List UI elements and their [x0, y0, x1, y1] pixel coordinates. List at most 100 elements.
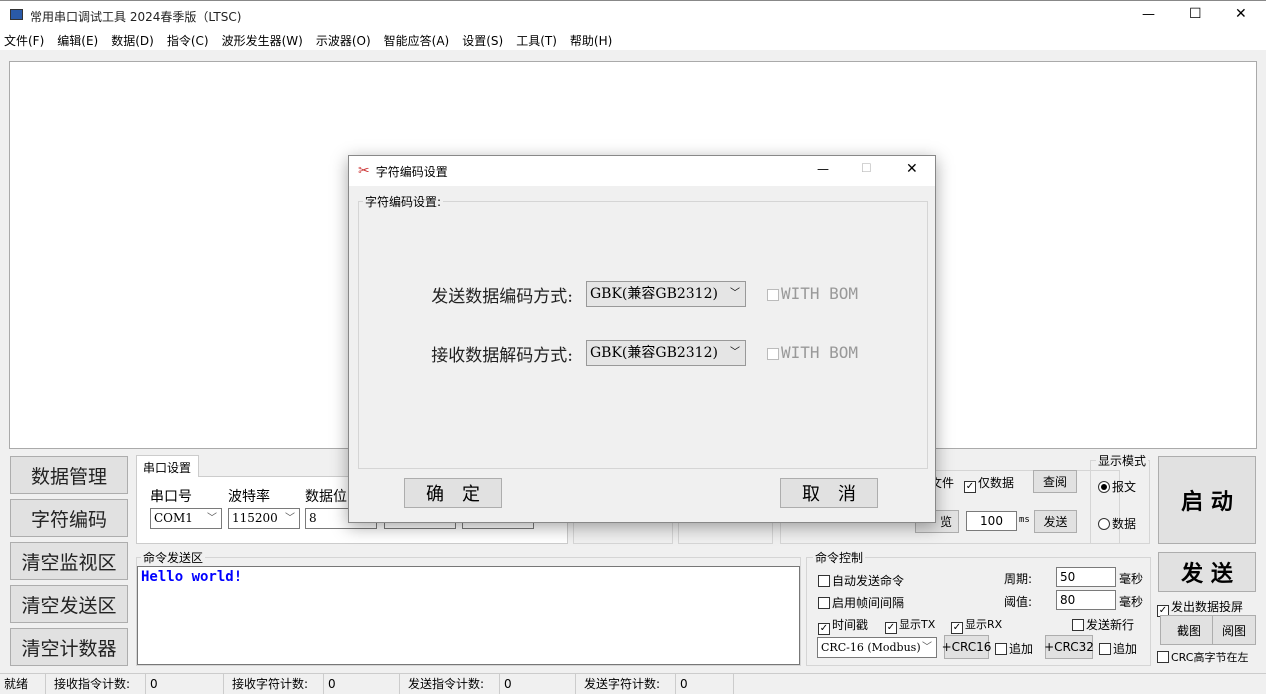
screenshot-button[interactable]: 截图 [1160, 615, 1218, 645]
crc32-append-checkbox[interactable]: 追加 [1099, 640, 1137, 657]
clear-monitor-button[interactable]: 清空监视区 [10, 542, 128, 580]
recv-decoding-select[interactable]: GBK(兼容GB2312) ﹀ [586, 340, 746, 366]
dialog-group [358, 201, 928, 469]
period-unit: 毫秒 [1119, 572, 1144, 586]
chevron-down-icon: ﹀ [730, 288, 740, 299]
mode-data-radio[interactable]: 数据 [1098, 515, 1136, 532]
mode-message-radio[interactable]: 报文 [1098, 478, 1136, 495]
interval-input[interactable]: 100 [966, 511, 1017, 531]
title-bar: 常用串口调试工具 2024春季版（LTSC) — ☐ ✕ [0, 0, 1266, 30]
period-label: 周期: [1004, 572, 1033, 586]
menu-file[interactable]: 文件(F) [4, 32, 44, 49]
period-input[interactable]: 50 [1056, 567, 1116, 587]
frame-gap-checkbox[interactable]: 启用帧间间隔 [818, 594, 904, 611]
recv-bom-label: WITH BOM [781, 343, 859, 362]
show-tx-label: 显示TX [899, 618, 936, 631]
rx-cmd-count-label: 接收指令计数: [46, 673, 146, 694]
start-button[interactable]: 启 动 [1158, 456, 1256, 544]
send-bom-checkbox: WITH BOM [767, 284, 858, 303]
menu-data[interactable]: 数据(D) [111, 32, 154, 49]
checkbox-icon [818, 597, 830, 609]
radio-icon [1098, 518, 1110, 530]
cancel-button[interactable]: 取消 [780, 478, 878, 508]
send-encoding-select[interactable]: GBK(兼容GB2312) ﹀ [586, 281, 746, 307]
file-send-button[interactable]: 发送 [1034, 510, 1077, 533]
crc32-button[interactable]: +CRC32 [1044, 635, 1094, 659]
baud-label: 波特率 [228, 489, 270, 505]
only-data-label: 仅数据 [978, 476, 1015, 490]
char-encoding-button[interactable]: 字符编码 [10, 499, 128, 537]
checkbox-icon [1072, 619, 1084, 631]
checkbox-icon [1099, 643, 1111, 655]
show-rx-label: 显示RX [965, 618, 1003, 631]
clear-send-button[interactable]: 清空发送区 [10, 585, 128, 623]
auto-send-checkbox[interactable]: 自动发送命令 [818, 572, 904, 589]
rx-cmd-count: 0 [146, 673, 224, 694]
maximize-button[interactable]: ☐ [1189, 6, 1202, 22]
port-select[interactable]: COM1 ﹀ [150, 508, 222, 529]
only-data-checkbox[interactable]: ✓ 仅数据 [964, 474, 1014, 493]
rx-char-count-label: 接收字符计数: [224, 673, 324, 694]
menu-auto-reply[interactable]: 智能应答(A) [384, 32, 450, 49]
send-newline-label: 发送新行 [1086, 618, 1135, 632]
dialog-minimize-button[interactable]: — [817, 162, 829, 176]
crc16-append-label: 追加 [1009, 642, 1034, 656]
crc-type-value: CRC-16 (Modbus) [821, 641, 921, 654]
chevron-down-icon: ﹀ [730, 347, 740, 358]
tx-char-count: 0 [676, 673, 734, 694]
menu-command[interactable]: 指令(C) [167, 32, 209, 49]
tx-cmd-count: 0 [500, 673, 576, 694]
show-tx-checkbox[interactable]: ✓ 显示TX [885, 616, 935, 634]
check-icon: ✓ [885, 622, 897, 634]
send-encoding-value: GBK(兼容GB2312) [590, 286, 718, 302]
ok-button[interactable]: 确定 [404, 478, 502, 508]
crc16-append-checkbox[interactable]: 追加 [995, 640, 1033, 657]
dialog-close-button[interactable]: ✕ [906, 161, 918, 177]
view-image-button[interactable]: 阅图 [1212, 615, 1256, 645]
send-button[interactable]: 发 送 [1158, 552, 1256, 592]
char-encoding-dialog: ✂ 字符编码设置 — ☐ ✕ 字符编码设置: 发送数据编码方式: GBK(兼容G… [348, 155, 936, 523]
send-newline-checkbox[interactable]: 发送新行 [1072, 616, 1134, 633]
menu-waveform[interactable]: 波形发生器(W) [222, 32, 303, 49]
menu-oscilloscope[interactable]: 示波器(O) [316, 32, 371, 49]
check-icon: ✓ [951, 622, 963, 634]
checkbox-icon [1157, 651, 1169, 663]
tx-cmd-count-label: 发送指令计数: [400, 673, 500, 694]
threshold-label: 阈值: [1004, 595, 1033, 609]
crc16-button[interactable]: +CRC16 [942, 635, 991, 659]
check-icon: ✓ [964, 481, 976, 493]
auto-send-label: 自动发送命令 [832, 574, 905, 588]
frame-gap-label: 启用帧间间隔 [832, 596, 905, 610]
tab-port-settings[interactable]: 串口设置 [136, 455, 199, 477]
menu-help[interactable]: 帮助(H) [570, 32, 612, 49]
mode-message-label: 报文 [1112, 480, 1137, 494]
status-bar: 就绪 接收指令计数: 0 接收字符计数: 0 发送指令计数: 0 发送字符计数:… [0, 673, 1266, 694]
ms-label: ms [1019, 515, 1030, 525]
radio-icon [1098, 481, 1110, 493]
close-button[interactable]: ✕ [1235, 6, 1247, 22]
crc-type-select[interactable]: CRC-16 (Modbus) ﹀ [817, 637, 937, 658]
menu-bar: 文件(F) 编辑(E) 数据(D) 指令(C) 波形发生器(W) 示波器(O) … [0, 30, 1266, 50]
checkbox-icon [995, 643, 1007, 655]
menu-settings[interactable]: 设置(S) [462, 32, 503, 49]
status-ready: 就绪 [0, 673, 46, 694]
cmd-send-textarea[interactable]: Hello world! [137, 566, 800, 665]
window-title: 常用串口调试工具 2024春季版（LTSC) [30, 10, 242, 24]
send-encoding-label: 发送数据编码方式: [431, 287, 573, 307]
tools-icon: ✂ [358, 163, 370, 179]
crc-high-left-checkbox[interactable]: CRC高字节在左 [1157, 649, 1248, 665]
clear-counter-button[interactable]: 清空计数器 [10, 628, 128, 666]
threshold-input[interactable]: 80 [1056, 590, 1116, 610]
cmd-ctrl-title: 命令控制 [813, 549, 866, 566]
threshold-unit: 毫秒 [1119, 595, 1144, 609]
mode-data-label: 数据 [1112, 517, 1137, 531]
show-rx-checkbox[interactable]: ✓ 显示RX [951, 616, 1002, 634]
mirror-label: 发出数据投屏 [1171, 600, 1244, 614]
menu-edit[interactable]: 编辑(E) [57, 32, 98, 49]
view-button[interactable]: 查阅 [1033, 470, 1077, 493]
minimize-button[interactable]: — [1142, 7, 1155, 22]
timestamp-checkbox[interactable]: ✓ 时间戳 [818, 616, 868, 635]
menu-tools[interactable]: 工具(T) [516, 32, 557, 49]
baud-select[interactable]: 115200 ﹀ [228, 508, 300, 529]
data-manage-button[interactable]: 数据管理 [10, 456, 128, 494]
